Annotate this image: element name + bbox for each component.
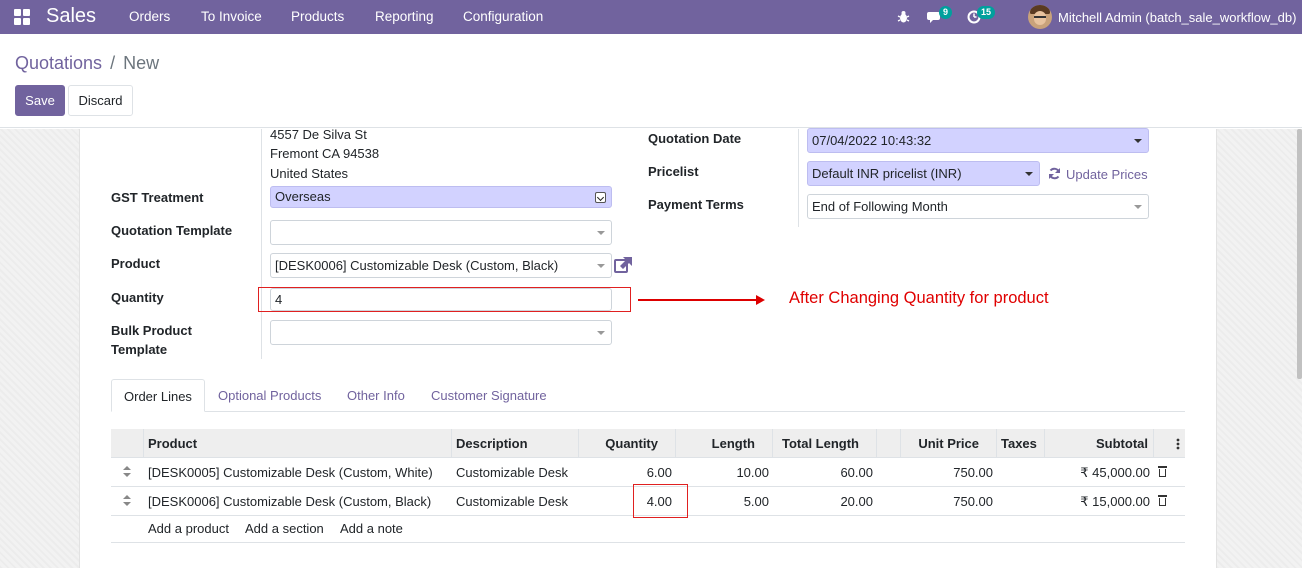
dropdown-caret-icon — [1134, 205, 1142, 209]
quotation-date-field[interactable]: 07/04/2022 10:43:32 — [807, 128, 1149, 153]
quotation-template-label: Quotation Template — [111, 223, 233, 238]
tab-order-lines[interactable]: Order Lines — [111, 379, 205, 412]
delete-row-trash-icon[interactable] — [1158, 466, 1167, 477]
row-subtotal: ₹ 45,000.00 — [1080, 465, 1150, 480]
quantity-highlight-box — [258, 287, 631, 312]
breadcrumb-separator: / — [110, 53, 116, 73]
quotation-date-label: Quotation Date — [648, 131, 742, 146]
add-section-link[interactable]: Add a section — [245, 521, 324, 536]
update-prices-button[interactable]: Update Prices — [1066, 167, 1148, 182]
row-total-length[interactable]: 60.00 — [777, 465, 873, 480]
discard-button[interactable]: Discard — [68, 85, 133, 116]
breadcrumb-current: New — [123, 53, 160, 73]
annotation-arrow-line — [638, 299, 758, 301]
bulk-template-label-2: Template — [111, 342, 168, 357]
chevron-down-icon — [595, 192, 606, 203]
menu-to-invoice[interactable]: To Invoice — [201, 9, 262, 24]
dropdown-caret-icon — [1134, 139, 1142, 143]
address-line-2: Fremont CA 94538 — [270, 146, 380, 161]
product-field[interactable]: [DESK0006] Customizable Desk (Custom, Bl… — [270, 253, 612, 278]
col-unit-price[interactable]: Unit Price — [905, 436, 979, 451]
app-name[interactable]: Sales — [46, 5, 96, 28]
annotation-text: After Changing Quantity for product — [789, 289, 1049, 307]
row-description[interactable]: Customizable Desk — [456, 465, 568, 480]
payment-terms-value: End of Following Month — [812, 199, 948, 214]
row-description[interactable]: Customizable Desk — [456, 494, 568, 509]
row-subtotal: ₹ 15,000.00 — [1080, 494, 1150, 509]
menu-products[interactable]: Products — [291, 9, 344, 24]
breadcrumb-quotations[interactable]: Quotations — [15, 53, 102, 73]
col-quantity[interactable]: Quantity — [583, 436, 658, 451]
pricelist-field[interactable]: Default INR pricelist (INR) — [807, 161, 1040, 186]
bulk-template-field[interactable] — [270, 320, 612, 345]
add-product-link[interactable]: Add a product — [148, 521, 229, 536]
quantity-cell-highlight-box — [633, 484, 688, 518]
tab-customer-signature[interactable]: Customer Signature — [419, 379, 559, 412]
tabs-divider — [205, 411, 1185, 412]
address-line-1: 4557 De Silva St — [270, 127, 367, 142]
refresh-icon[interactable] — [1048, 167, 1061, 180]
save-button[interactable]: Save — [15, 85, 65, 116]
menu-configuration[interactable]: Configuration — [463, 9, 543, 24]
col-length[interactable]: Length — [680, 436, 755, 451]
user-avatar[interactable] — [1028, 5, 1052, 29]
dropdown-caret-icon — [597, 231, 605, 235]
messages-badge: 9 — [939, 6, 953, 19]
user-menu[interactable]: Mitchell Admin (batch_sale_workflow_db) — [1058, 10, 1296, 25]
control-panel: Quotations / New Save Discard — [0, 40, 1302, 128]
annotation-arrow-head — [756, 295, 765, 305]
add-note-link[interactable]: Add a note — [340, 521, 403, 536]
app-menu-icon[interactable] — [14, 9, 30, 25]
row-total-length[interactable]: 20.00 — [777, 494, 873, 509]
address-line-3: United States — [270, 166, 349, 181]
product-label: Product — [111, 256, 161, 271]
dropdown-caret-icon — [597, 264, 605, 268]
page-scrollbar[interactable] — [1297, 129, 1302, 379]
quotation-template-field[interactable] — [270, 220, 612, 245]
drag-handle-icon[interactable] — [123, 466, 131, 478]
col-subtotal[interactable]: Subtotal — [1049, 436, 1148, 451]
col-total-length[interactable]: Total Length — [777, 436, 859, 451]
bulk-template-label-1: Bulk Product — [111, 323, 192, 338]
row-quantity[interactable]: 6.00 — [583, 465, 672, 480]
col-product[interactable]: Product — [148, 436, 197, 451]
col-description[interactable]: Description — [456, 436, 528, 451]
row-product[interactable]: [DESK0006] Customizable Desk (Custom, Bl… — [148, 494, 431, 509]
dropdown-caret-icon — [1025, 172, 1033, 176]
gst-treatment-value: Overseas — [275, 189, 331, 204]
debug-bug-icon[interactable] — [897, 10, 910, 24]
delete-row-trash-icon[interactable] — [1158, 495, 1167, 506]
drag-handle-icon[interactable] — [123, 495, 131, 507]
row-unit-price[interactable]: 750.00 — [905, 465, 993, 480]
top-navbar: Sales Orders To Invoice Products Reporti… — [0, 0, 1302, 34]
gst-treatment-select[interactable]: Overseas — [270, 186, 612, 208]
payment-terms-label: Payment Terms — [648, 197, 744, 212]
add-line-row: Add a product Add a section Add a note — [111, 516, 1185, 543]
quantity-label: Quantity — [111, 290, 164, 305]
activities-badge: 15 — [977, 6, 996, 19]
right-group-divider — [798, 129, 799, 227]
menu-orders[interactable]: Orders — [129, 9, 170, 24]
pricelist-label: Pricelist — [648, 164, 699, 179]
dropdown-caret-icon — [597, 331, 605, 335]
tab-other-info[interactable]: Other Info — [335, 379, 417, 412]
col-taxes[interactable]: Taxes — [1001, 436, 1037, 451]
row-length[interactable]: 10.00 — [680, 465, 769, 480]
gst-treatment-label: GST Treatment — [111, 190, 204, 205]
pricelist-value: Default INR pricelist (INR) — [812, 166, 962, 181]
breadcrumb: Quotations / New — [15, 53, 159, 74]
table-row[interactable]: [DESK0005] Customizable Desk (Custom, Wh… — [111, 458, 1185, 487]
row-length[interactable]: 5.00 — [680, 494, 769, 509]
external-link-icon[interactable] — [614, 256, 633, 274]
left-group-divider — [261, 129, 262, 359]
order-lines-header: Product Description Quantity Length Tota… — [111, 429, 1185, 458]
row-product[interactable]: [DESK0005] Customizable Desk (Custom, Wh… — [148, 465, 433, 480]
menu-reporting[interactable]: Reporting — [375, 9, 434, 24]
quotation-date-value: 07/04/2022 10:43:32 — [812, 133, 932, 148]
optional-columns-icon[interactable] — [1176, 438, 1180, 450]
tab-optional-products[interactable]: Optional Products — [206, 379, 333, 412]
row-unit-price[interactable]: 750.00 — [905, 494, 993, 509]
payment-terms-field[interactable]: End of Following Month — [807, 194, 1149, 219]
product-value: [DESK0006] Customizable Desk (Custom, Bl… — [275, 258, 559, 273]
